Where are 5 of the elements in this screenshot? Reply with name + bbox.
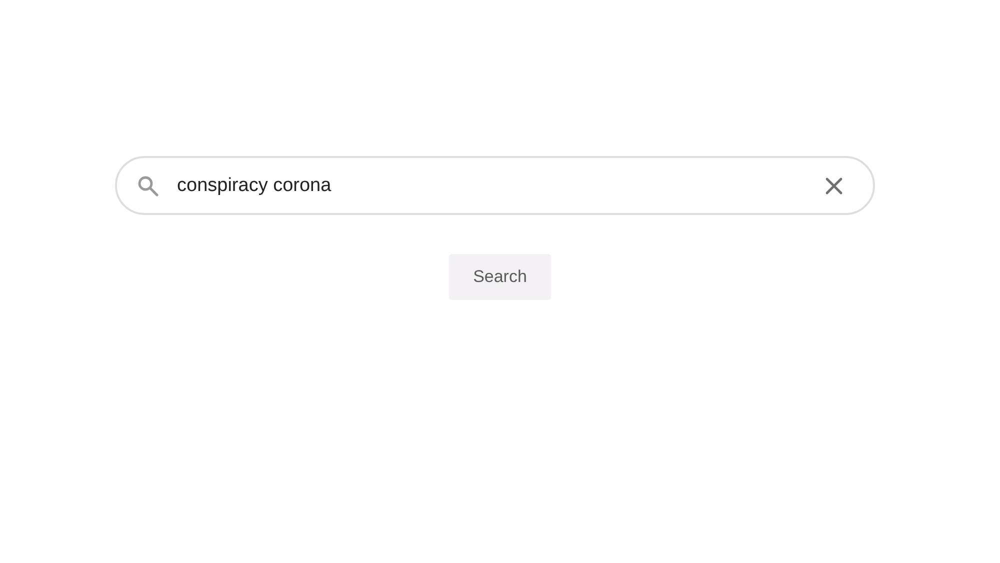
close-icon[interactable] (825, 176, 843, 194)
search-icon (137, 174, 159, 196)
search-input[interactable]: conspiracy corona (177, 174, 807, 196)
search-field[interactable]: conspiracy corona (115, 156, 875, 215)
search-button[interactable]: Search (449, 254, 551, 300)
